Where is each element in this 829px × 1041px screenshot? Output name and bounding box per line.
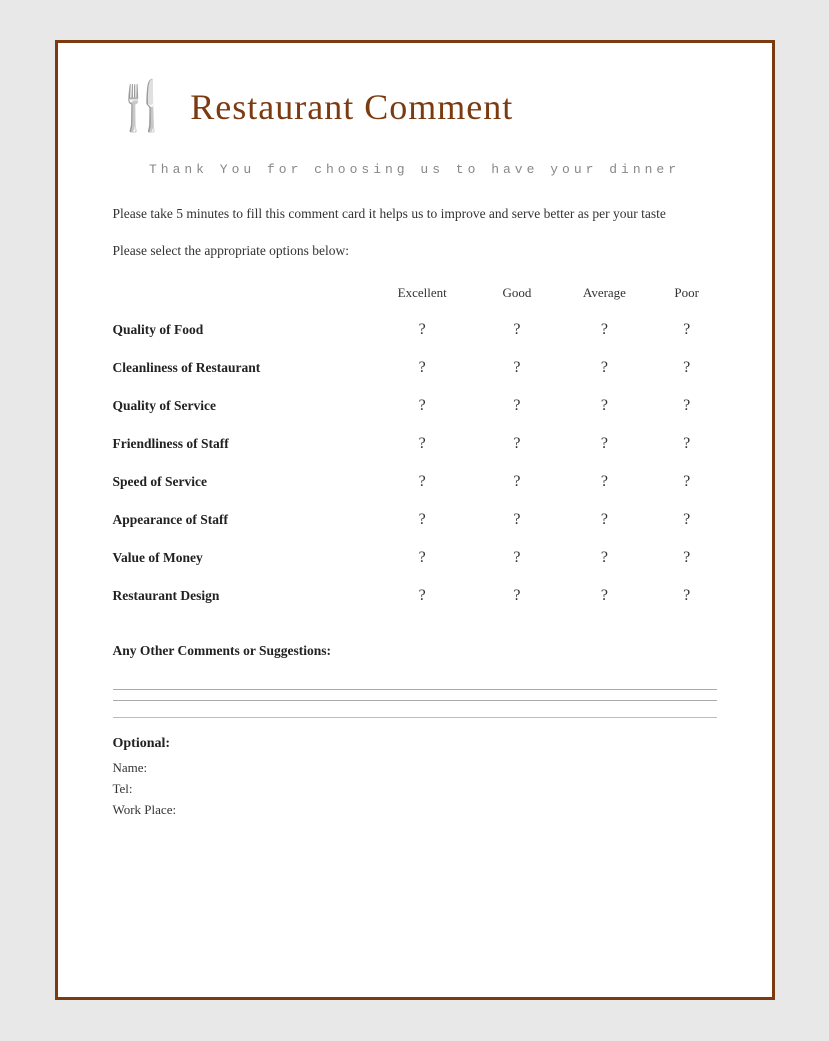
comments-section: Any Other Comments or Suggestions: (113, 643, 717, 701)
table-row: Friendliness of Staff???? (113, 425, 717, 463)
row-excellent[interactable]: ? (363, 311, 482, 349)
description-text: Please take 5 minutes to fill this comme… (113, 203, 717, 225)
row-good[interactable]: ? (482, 539, 552, 577)
row-good[interactable]: ? (482, 349, 552, 387)
rating-table: Excellent Good Average Poor Quality of F… (113, 281, 717, 615)
row-excellent[interactable]: ? (363, 425, 482, 463)
row-label: Friendliness of Staff (113, 425, 363, 463)
row-average[interactable]: ? (552, 349, 657, 387)
utensils-icon: 🍴 (113, 83, 173, 131)
col-header-average: Average (552, 281, 657, 311)
instruction-text: Please select the appropriate options be… (113, 243, 717, 259)
row-average[interactable]: ? (552, 425, 657, 463)
row-excellent[interactable]: ? (363, 539, 482, 577)
row-excellent[interactable]: ? (363, 349, 482, 387)
comments-line-1 (113, 689, 717, 690)
table-row: Restaurant Design???? (113, 577, 717, 615)
row-good[interactable]: ? (482, 387, 552, 425)
section-divider (113, 717, 717, 718)
row-good[interactable]: ? (482, 311, 552, 349)
row-good[interactable]: ? (482, 577, 552, 615)
row-label: Quality of Food (113, 311, 363, 349)
row-poor[interactable]: ? (657, 463, 717, 501)
header: 🍴 Restaurant Comment (113, 83, 717, 131)
row-poor[interactable]: ? (657, 577, 717, 615)
row-good[interactable]: ? (482, 501, 552, 539)
row-average[interactable]: ? (552, 311, 657, 349)
col-header-label (113, 281, 363, 311)
row-label: Restaurant Design (113, 577, 363, 615)
row-good[interactable]: ? (482, 463, 552, 501)
row-poor[interactable]: ? (657, 387, 717, 425)
row-poor[interactable]: ? (657, 349, 717, 387)
row-average[interactable]: ? (552, 539, 657, 577)
optional-field: Name: (113, 760, 717, 776)
row-label: Appearance of Staff (113, 501, 363, 539)
comments-line-2 (113, 700, 717, 701)
table-row: Appearance of Staff???? (113, 501, 717, 539)
row-label: Quality of Service (113, 387, 363, 425)
col-header-poor: Poor (657, 281, 717, 311)
row-excellent[interactable]: ? (363, 463, 482, 501)
col-header-excellent: Excellent (363, 281, 482, 311)
col-header-good: Good (482, 281, 552, 311)
row-label: Cleanliness of Restaurant (113, 349, 363, 387)
table-row: Speed of Service???? (113, 463, 717, 501)
thank-you-text: Thank You for choosing us to have your d… (113, 159, 717, 181)
row-average[interactable]: ? (552, 387, 657, 425)
row-poor[interactable]: ? (657, 539, 717, 577)
table-row: Quality of Service???? (113, 387, 717, 425)
optional-field: Tel: (113, 781, 717, 797)
row-average[interactable]: ? (552, 463, 657, 501)
optional-section: Optional: Name: Tel: Work Place: (113, 736, 717, 818)
row-label: Value of Money (113, 539, 363, 577)
row-excellent[interactable]: ? (363, 387, 482, 425)
table-row: Value of Money???? (113, 539, 717, 577)
row-label: Speed of Service (113, 463, 363, 501)
row-excellent[interactable]: ? (363, 577, 482, 615)
row-average[interactable]: ? (552, 577, 657, 615)
table-row: Quality of Food???? (113, 311, 717, 349)
table-row: Cleanliness of Restaurant???? (113, 349, 717, 387)
comments-label: Any Other Comments or Suggestions: (113, 643, 717, 659)
row-excellent[interactable]: ? (363, 501, 482, 539)
optional-field: Work Place: (113, 802, 717, 818)
page-title: Restaurant Comment (190, 86, 513, 128)
row-poor[interactable]: ? (657, 425, 717, 463)
comment-card: 🍴 Restaurant Comment Thank You for choos… (55, 40, 775, 1000)
row-poor[interactable]: ? (657, 501, 717, 539)
optional-label: Optional: (113, 736, 717, 752)
row-average[interactable]: ? (552, 501, 657, 539)
row-good[interactable]: ? (482, 425, 552, 463)
row-poor[interactable]: ? (657, 311, 717, 349)
